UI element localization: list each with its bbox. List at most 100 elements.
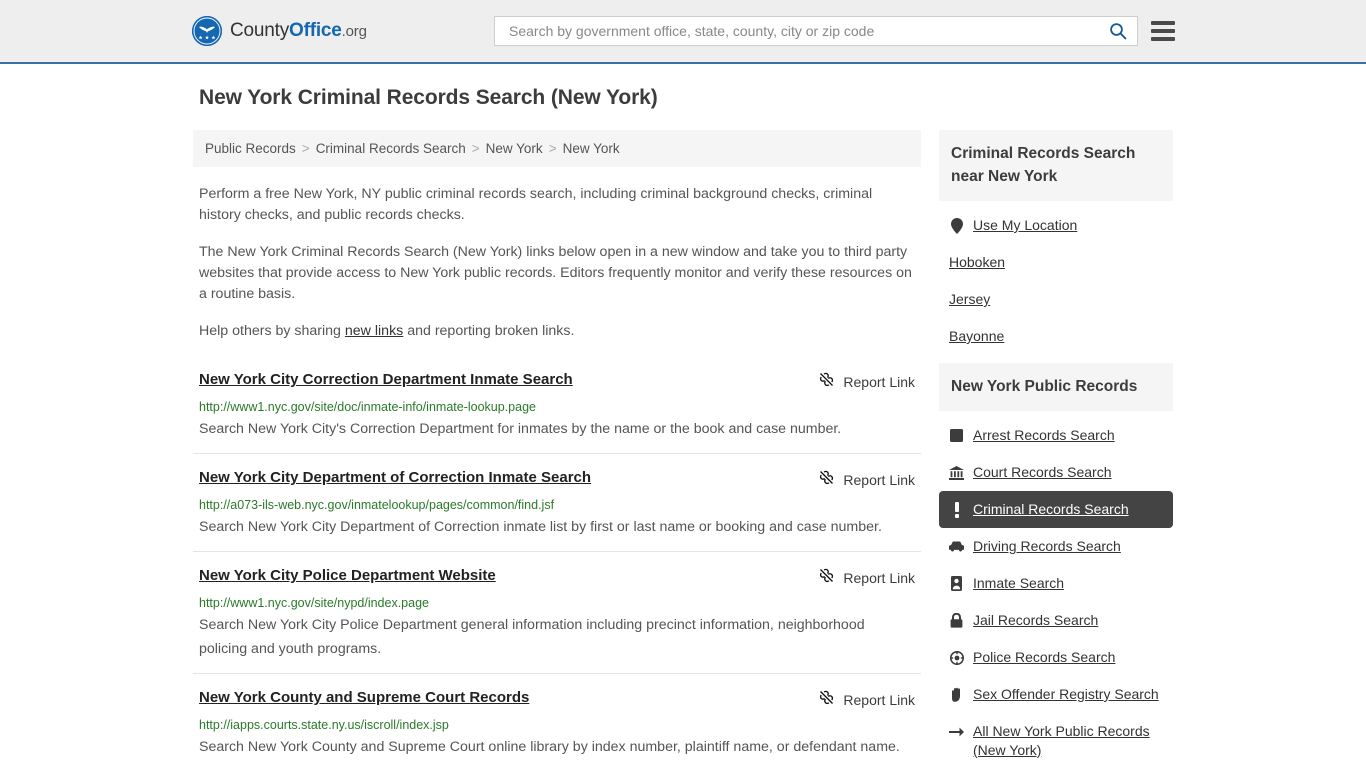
breadcrumb-item-2[interactable]: New York [486, 141, 543, 156]
records-item-all-new-york-public-records-new-york[interactable]: All New York Public Records (New York) [939, 713, 1173, 768]
breadcrumb-item-0[interactable]: Public Records [205, 141, 296, 156]
car-icon [949, 538, 964, 555]
intro-section: Perform a free New York, NY public crimi… [193, 184, 921, 342]
result-item: New York City Department of Correction I… [193, 453, 921, 551]
records-item-sex-offender-registry-search[interactable]: Sex Offender Registry Search [939, 676, 1173, 713]
public-records-heading: New York Public Records [939, 363, 1173, 411]
report-link-button[interactable]: Report Link [818, 688, 915, 711]
hand-icon [949, 686, 964, 703]
result-title-link[interactable]: New York City Department of Correction I… [199, 468, 591, 488]
hamburger-bar-3 [1151, 37, 1175, 41]
new-links-link[interactable]: new links [345, 323, 403, 339]
brand-pre: County [230, 20, 290, 41]
report-link-label: Report Link [843, 374, 915, 390]
hamburger-menu-icon[interactable] [1151, 21, 1175, 41]
records-item-criminal-records-search[interactable]: Criminal Records Search [939, 491, 1173, 528]
breadcrumb-item-1[interactable]: Criminal Records Search [316, 141, 466, 156]
result-header: New York City Police Department Website R… [199, 566, 915, 589]
sidebar: Criminal Records Search near New York Us… [939, 130, 1173, 768]
result-url[interactable]: http://iapps.courts.state.ny.us/iscroll/… [199, 717, 915, 733]
sidebar-item-label: Arrest Records Search [973, 427, 1115, 443]
sidebar-item-label: All New York Public Records (New York) [973, 723, 1150, 758]
result-url[interactable]: http://a073-ils-web.nyc.gov/inmatelookup… [199, 497, 915, 513]
result-title-link[interactable]: New York County and Supreme Court Record… [199, 688, 529, 708]
share-text-after: and reporting broken links. [403, 323, 575, 339]
nearby-item-jersey[interactable]: Jersey [939, 281, 1173, 318]
breadcrumb-item-3[interactable]: New York [563, 141, 620, 156]
page-body: New York Criminal Records Search (New Yo… [0, 64, 1366, 768]
hamburger-bar-1 [1151, 21, 1175, 25]
search-input[interactable] [507, 22, 1107, 40]
result-item: New York County and Supreme Court Record… [193, 673, 921, 768]
search-bar[interactable] [494, 16, 1138, 46]
nearby-searches-list: Use My Location Hoboken Jersey Bayonne [939, 201, 1173, 355]
sidebar-item-label: Criminal Records Search [973, 501, 1129, 517]
sidebar-item-label: Driving Records Search [973, 538, 1121, 554]
lock-icon [949, 612, 964, 629]
result-header: New York City Correction Department Inma… [199, 370, 915, 393]
result-url[interactable]: http://www1.nyc.gov/site/doc/inmate-info… [199, 399, 915, 415]
breadcrumb-separator: > [548, 141, 557, 156]
sidebar-item-label: Jail Records Search [973, 612, 1099, 628]
brand-wordmark: CountyOffice.org [230, 20, 367, 42]
result-header: New York City Department of Correction I… [199, 468, 915, 491]
site-header: CountyOffice.org [0, 0, 1366, 64]
result-title-link[interactable]: New York City Correction Department Inma… [199, 370, 573, 390]
result-description: Search New York County and Supreme Court… [199, 739, 900, 755]
nearby-searches-box: Criminal Records Search near New York Us… [939, 130, 1173, 355]
public-records-list: Arrest Records Search Court Records Searc… [939, 411, 1173, 768]
brand-bold: Office [289, 20, 342, 41]
nearby-item-use-my-location[interactable]: Use My Location [939, 207, 1173, 244]
records-item-jail-records-search[interactable]: Jail Records Search [939, 602, 1173, 639]
breadcrumb: Public Records > Criminal Records Search… [193, 130, 921, 167]
sidebar-item-label: Jersey [949, 291, 991, 307]
report-link-button[interactable]: Report Link [818, 566, 915, 589]
report-link-button[interactable]: Report Link [818, 468, 915, 491]
records-item-arrest-records-search[interactable]: Arrest Records Search [939, 417, 1173, 454]
result-url[interactable]: http://www1.nyc.gov/site/nypd/index.page [199, 595, 915, 611]
result-description: Search New York City's Correction Depart… [199, 421, 842, 437]
report-link-button[interactable]: Report Link [818, 370, 915, 393]
inmate-badge-icon [949, 575, 964, 592]
nearby-item-hoboken[interactable]: Hoboken [939, 244, 1173, 281]
search-icon [1110, 23, 1127, 40]
intro-paragraph-1: Perform a free New York, NY public crimi… [199, 186, 873, 223]
sidebar-item-label: Police Records Search [973, 649, 1116, 665]
broken-link-icon [818, 689, 835, 711]
result-description: Search New York City Department of Corre… [199, 519, 882, 535]
broken-link-icon [818, 567, 835, 589]
share-text-before: Help others by sharing [199, 323, 345, 339]
search-button[interactable] [1107, 20, 1129, 42]
report-link-label: Report Link [843, 692, 915, 708]
report-link-label: Report Link [843, 472, 915, 488]
sidebar-item-label: Court Records Search [973, 464, 1112, 480]
location-pin-icon [949, 217, 964, 234]
records-item-court-records-search[interactable]: Court Records Search [939, 454, 1173, 491]
result-item: New York City Police Department Website R… [193, 551, 921, 673]
intro-paragraph-2: The New York Criminal Records Search (Ne… [199, 244, 912, 302]
exclamation-icon [949, 501, 964, 518]
breadcrumb-separator: > [471, 141, 480, 156]
report-link-label: Report Link [843, 570, 915, 586]
records-item-police-records-search[interactable]: Police Records Search [939, 639, 1173, 676]
nearby-item-bayonne[interactable]: Bayonne [939, 318, 1173, 355]
courthouse-icon [949, 464, 964, 481]
result-header: New York County and Supreme Court Record… [199, 688, 915, 711]
nearby-searches-heading: Criminal Records Search near New York [939, 130, 1173, 201]
hamburger-bar-2 [1151, 29, 1175, 33]
breadcrumb-separator: > [301, 141, 310, 156]
sidebar-item-label: Bayonne [949, 328, 1005, 344]
intro-paragraph-3: Help others by sharing new links and rep… [199, 321, 915, 342]
result-item: New York City Correction Department Inma… [193, 364, 921, 453]
sidebar-item-label: Sex Offender Registry Search [973, 686, 1159, 702]
page-title: New York Criminal Records Search (New Yo… [199, 86, 658, 109]
arrow-right-icon [949, 723, 964, 740]
records-item-driving-records-search[interactable]: Driving Records Search [939, 528, 1173, 565]
site-logo[interactable]: CountyOffice.org [192, 16, 367, 46]
records-item-inmate-search[interactable]: Inmate Search [939, 565, 1173, 602]
county-office-seal-icon [192, 16, 222, 46]
result-title-link[interactable]: New York City Police Department Website [199, 566, 496, 586]
broken-link-icon [818, 469, 835, 491]
sidebar-item-label: Inmate Search [973, 575, 1065, 591]
broken-link-icon [818, 371, 835, 393]
